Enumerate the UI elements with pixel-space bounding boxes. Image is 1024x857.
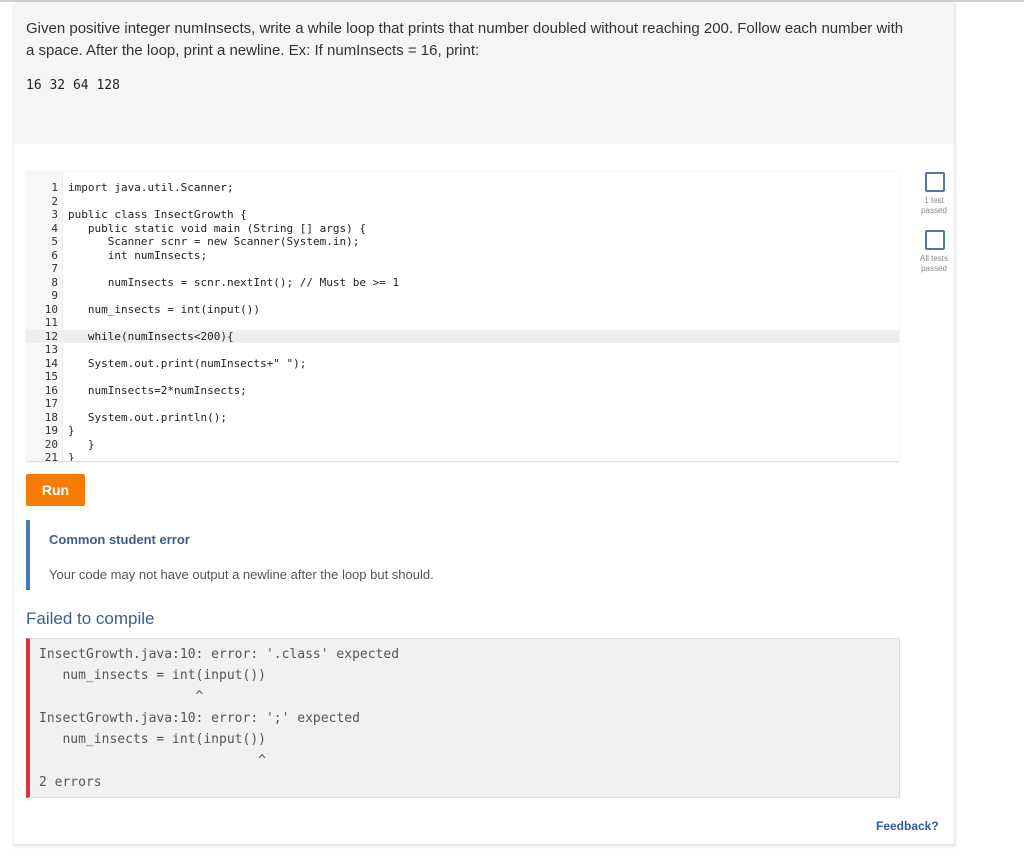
common-error-panel: Common student error Your code may not h… [26, 520, 903, 590]
code-line[interactable]: 18 System.out.println(); [26, 411, 899, 425]
code-text[interactable]: System.out.println(); [68, 411, 227, 425]
compiler-output-line: InsectGrowth.java:10: error: '.class' ex… [39, 645, 399, 665]
code-line[interactable]: 2 [26, 195, 899, 209]
line-number: 15 [26, 370, 58, 384]
example-output: 16 32 64 128 [26, 78, 120, 93]
code-line[interactable]: 14 System.out.print(numInsects+" "); [26, 357, 899, 371]
test-checkbox-one [925, 172, 945, 192]
code-text[interactable]: } [68, 438, 95, 452]
code-text[interactable]: int numInsects; [68, 249, 207, 263]
one-test-label: 1 test passed [914, 196, 954, 216]
code-line[interactable]: 21} [26, 451, 899, 462]
code-text[interactable]: import java.util.Scanner; [68, 181, 234, 195]
code-editor[interactable]: 1 import java.util.Scanner; 23 public class… [26, 172, 899, 462]
code-text[interactable]: numInsects = scnr.nextInt(); // Must be … [68, 276, 399, 290]
line-number: 16 [26, 384, 58, 398]
line-number: 11 [26, 316, 58, 330]
compiler-output-line: InsectGrowth.java:10: error: ';' expecte… [39, 709, 360, 729]
compiler-output-line: num_insects = int(input()) [39, 666, 266, 686]
line-number: 19 [26, 424, 58, 438]
code-line[interactable]: 8 numInsects = scnr.nextInt(); // Must b… [26, 276, 899, 290]
line-number: 17 [26, 397, 58, 411]
code-text[interactable]: } [68, 424, 75, 438]
compiler-output-line: ^ [39, 687, 203, 707]
compiler-output: InsectGrowth.java:10: error: '.class' ex… [26, 638, 900, 798]
code-line[interactable]: 10 num_insects = int(input()) [26, 303, 899, 317]
test-checkbox-all [925, 230, 945, 250]
code-line[interactable]: 12 while(numInsects<200){ [26, 330, 899, 344]
code-line[interactable]: 16 numInsects=2*numInsects; [26, 384, 899, 398]
code-line[interactable]: 17 [26, 397, 899, 411]
code-text[interactable]: public class InsectGrowth { [68, 208, 247, 222]
all-tests-label: All tests passed [914, 254, 954, 274]
line-number: 18 [26, 411, 58, 425]
code-line[interactable]: 9 [26, 289, 899, 303]
code-line[interactable]: 6 int numInsects; [26, 249, 899, 263]
prompt-section: Given positive integer numInsects, write… [14, 2, 954, 144]
line-number: 5 [26, 235, 58, 249]
code-line[interactable]: 11 [26, 316, 899, 330]
line-number: 20 [26, 438, 58, 452]
code-line[interactable]: 4 public static void main (String [] arg… [26, 222, 899, 236]
code-line[interactable]: 19} [26, 424, 899, 438]
code-line[interactable]: 13 [26, 343, 899, 357]
code-text[interactable]: } [68, 451, 75, 462]
code-line[interactable]: 1 import java.util.Scanner; [26, 181, 899, 195]
code-line[interactable]: 7 [26, 262, 899, 276]
code-line[interactable]: 20 } [26, 438, 899, 452]
line-number: 3 [26, 208, 58, 222]
run-button[interactable]: Run [26, 474, 85, 506]
compile-status-title: Failed to compile [26, 609, 155, 629]
line-number: 6 [26, 249, 58, 263]
compiler-output-line: ^ [39, 751, 266, 771]
compiler-output-line: 2 errors [39, 773, 102, 793]
code-line[interactable]: 5 Scanner scnr = new Scanner(System.in); [26, 235, 899, 249]
line-number: 12 [26, 330, 58, 344]
line-number: 1 [26, 181, 58, 195]
line-number: 10 [26, 303, 58, 317]
challenge-card: Given positive integer numInsects, write… [14, 2, 955, 845]
line-number: 14 [26, 357, 58, 371]
line-number: 9 [26, 289, 58, 303]
code-text[interactable]: numInsects=2*numInsects; [68, 384, 247, 398]
feedback-link[interactable]: Feedback? [876, 819, 939, 833]
prompt-text: Given positive integer numInsects, write… [26, 18, 906, 62]
compiler-output-line: num_insects = int(input()) [39, 730, 266, 750]
line-number: 7 [26, 262, 58, 276]
line-number: 21 [26, 451, 58, 462]
code-text[interactable]: public static void main (String [] args)… [68, 222, 366, 236]
common-error-description: Your code may not have output a newline … [49, 567, 434, 582]
code-line[interactable]: 3 public class InsectGrowth { [26, 208, 899, 222]
code-line[interactable]: 15 [26, 370, 899, 384]
line-number: 4 [26, 222, 58, 236]
line-number: 2 [26, 195, 58, 209]
line-number: 8 [26, 276, 58, 290]
code-text[interactable]: num_insects = int(input()) [68, 303, 260, 317]
code-text[interactable]: Scanner scnr = new Scanner(System.in); [68, 235, 359, 249]
line-number: 13 [26, 343, 58, 357]
code-text[interactable]: System.out.print(numInsects+" "); [68, 357, 306, 371]
code-text[interactable]: while(numInsects<200){ [68, 330, 234, 344]
common-error-title: Common student error [49, 532, 190, 547]
